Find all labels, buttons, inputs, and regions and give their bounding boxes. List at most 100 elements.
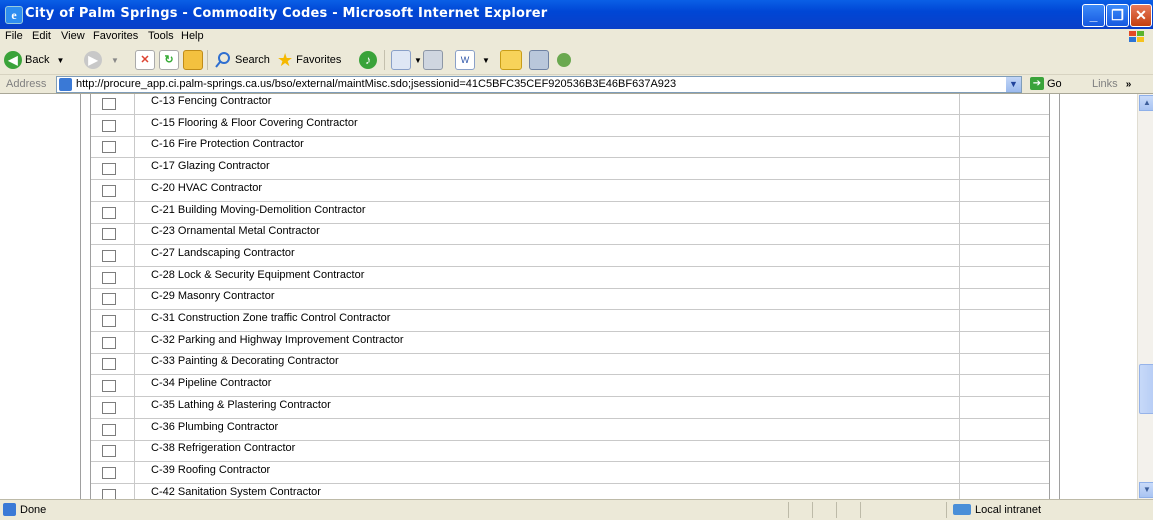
commodity-code-label: C-13 Fencing Contractor	[151, 95, 272, 107]
commodity-checkbox[interactable]	[102, 271, 116, 284]
table-row: C-17 Glazing Contractor	[91, 157, 1049, 181]
media-button[interactable]: ♪	[359, 49, 377, 71]
cell-divider	[959, 417, 960, 440]
cell-divider	[134, 178, 135, 201]
cell-divider	[134, 460, 135, 483]
commodity-checkbox[interactable]	[102, 423, 116, 436]
research-button[interactable]	[529, 49, 549, 71]
commodity-code-label: C-15 Flooring & Floor Covering Contracto…	[151, 116, 358, 129]
table-row: C-38 Refrigeration Contractor	[91, 439, 1049, 463]
go-label: Go	[1047, 77, 1062, 90]
home-button[interactable]	[183, 49, 203, 71]
menu-help[interactable]: Help	[181, 30, 204, 42]
home-icon	[183, 50, 203, 70]
vertical-scrollbar[interactable]: ▲ ▼	[1137, 94, 1153, 499]
scroll-up-button[interactable]: ▲	[1139, 95, 1153, 111]
print-icon	[423, 50, 443, 70]
table-border-left	[80, 94, 81, 499]
cell-divider	[134, 265, 135, 288]
word-icon: W	[455, 50, 475, 70]
menu-edit[interactable]: Edit	[32, 30, 51, 42]
table-row: C-35 Lathing & Plastering Contractor	[91, 395, 1049, 419]
title-bar: e City of Palm Springs - Commodity Codes…	[0, 0, 1153, 29]
messenger-button[interactable]	[557, 49, 571, 71]
forward-button[interactable]: ▶ ▼	[84, 49, 119, 71]
menu-view[interactable]: View	[61, 30, 85, 42]
cell-divider	[959, 135, 960, 158]
commodity-checkbox[interactable]	[102, 119, 116, 132]
table-row: C-42 Sanitation System Contractor	[91, 482, 1049, 499]
menu-tools[interactable]: Tools	[148, 30, 174, 42]
cell-divider	[959, 460, 960, 483]
commodity-code-label: C-28 Lock & Security Equipment Contracto…	[151, 268, 365, 281]
favorites-label: Favorites	[296, 54, 342, 66]
address-input[interactable]: http://procure_app.ci.palm-springs.ca.us…	[56, 76, 1022, 93]
cell-divider	[959, 243, 960, 266]
security-zone: Local intranet	[975, 504, 1042, 516]
close-button[interactable]: ✕	[1130, 4, 1152, 27]
commodity-checkbox[interactable]	[102, 228, 116, 241]
chevron-down-icon: ▼	[111, 55, 119, 65]
commodity-code-label: C-29 Masonry Contractor	[151, 290, 275, 303]
stop-icon: ✕	[135, 50, 155, 70]
commodity-checkbox[interactable]	[102, 98, 116, 110]
commodity-code-label: C-31 Construction Zone traffic Control C…	[151, 312, 391, 324]
minimize-button[interactable]: _	[1082, 4, 1105, 27]
status-separator	[788, 502, 789, 518]
cell-divider	[134, 94, 135, 114]
refresh-button[interactable]: ↻	[159, 49, 179, 71]
commodity-checkbox[interactable]	[102, 336, 116, 349]
commodity-checkbox[interactable]	[102, 401, 116, 414]
back-arrow-icon: ◀	[4, 51, 22, 69]
cell-divider	[134, 395, 135, 418]
stop-button[interactable]: ✕	[135, 49, 155, 71]
commodity-checkbox[interactable]	[102, 466, 116, 479]
media-icon: ♪	[359, 51, 377, 69]
back-button[interactable]: ◀ Back ▼	[4, 49, 64, 71]
cell-divider	[134, 309, 135, 331]
commodity-checkbox[interactable]	[102, 315, 116, 327]
table-border-right-inner	[1049, 94, 1050, 499]
commodity-checkbox[interactable]	[102, 380, 116, 393]
back-label: Back	[25, 54, 50, 66]
cell-divider	[959, 94, 960, 114]
commodity-checkbox[interactable]	[102, 163, 116, 176]
table-row: C-27 Landscaping Contractor	[91, 243, 1049, 267]
table-row: C-32 Parking and Highway Improvement Con…	[91, 330, 1049, 354]
page-icon	[3, 503, 16, 516]
chevron-right-icon: »	[1125, 79, 1132, 90]
windows-flag-icon	[1129, 31, 1144, 42]
cell-divider	[134, 222, 135, 245]
cell-divider	[134, 482, 135, 499]
go-button[interactable]: ➔ Go	[1030, 77, 1062, 90]
commodity-checkbox[interactable]	[102, 184, 116, 197]
commodity-code-label: C-16 Fire Protection Contractor	[151, 138, 304, 151]
commodity-checkbox[interactable]	[102, 358, 116, 371]
edit-button[interactable]: W ▼	[455, 49, 490, 71]
menu-file[interactable]: File	[5, 30, 23, 42]
commodity-checkbox[interactable]	[102, 488, 116, 499]
maximize-button[interactable]: ❐	[1106, 4, 1129, 27]
scroll-thumb[interactable]	[1139, 364, 1153, 414]
favorites-button[interactable]: ★ Favorites	[277, 49, 341, 71]
links-button[interactable]: Links »	[1092, 78, 1131, 90]
commodity-checkbox[interactable]	[102, 293, 116, 306]
mail-button[interactable]: ▼	[391, 49, 422, 71]
cell-divider	[959, 309, 960, 331]
search-button[interactable]: Search	[214, 49, 270, 71]
commodity-checkbox[interactable]	[102, 445, 116, 458]
cell-divider	[959, 352, 960, 375]
commodity-checkbox[interactable]	[102, 249, 116, 262]
separator	[384, 50, 385, 70]
cell-divider	[134, 243, 135, 266]
discuss-button[interactable]	[500, 49, 522, 71]
messenger-icon	[557, 53, 571, 67]
commodity-checkbox[interactable]	[102, 141, 116, 154]
chevron-down-icon: ▼	[414, 55, 422, 65]
print-button[interactable]	[423, 49, 443, 71]
menu-favorites[interactable]: Favorites	[93, 30, 138, 42]
scroll-down-button[interactable]: ▼	[1139, 482, 1153, 498]
commodity-checkbox[interactable]	[102, 206, 116, 219]
chevron-down-icon[interactable]: ▼	[1006, 77, 1021, 92]
table-row: C-28 Lock & Security Equipment Contracto…	[91, 265, 1049, 289]
